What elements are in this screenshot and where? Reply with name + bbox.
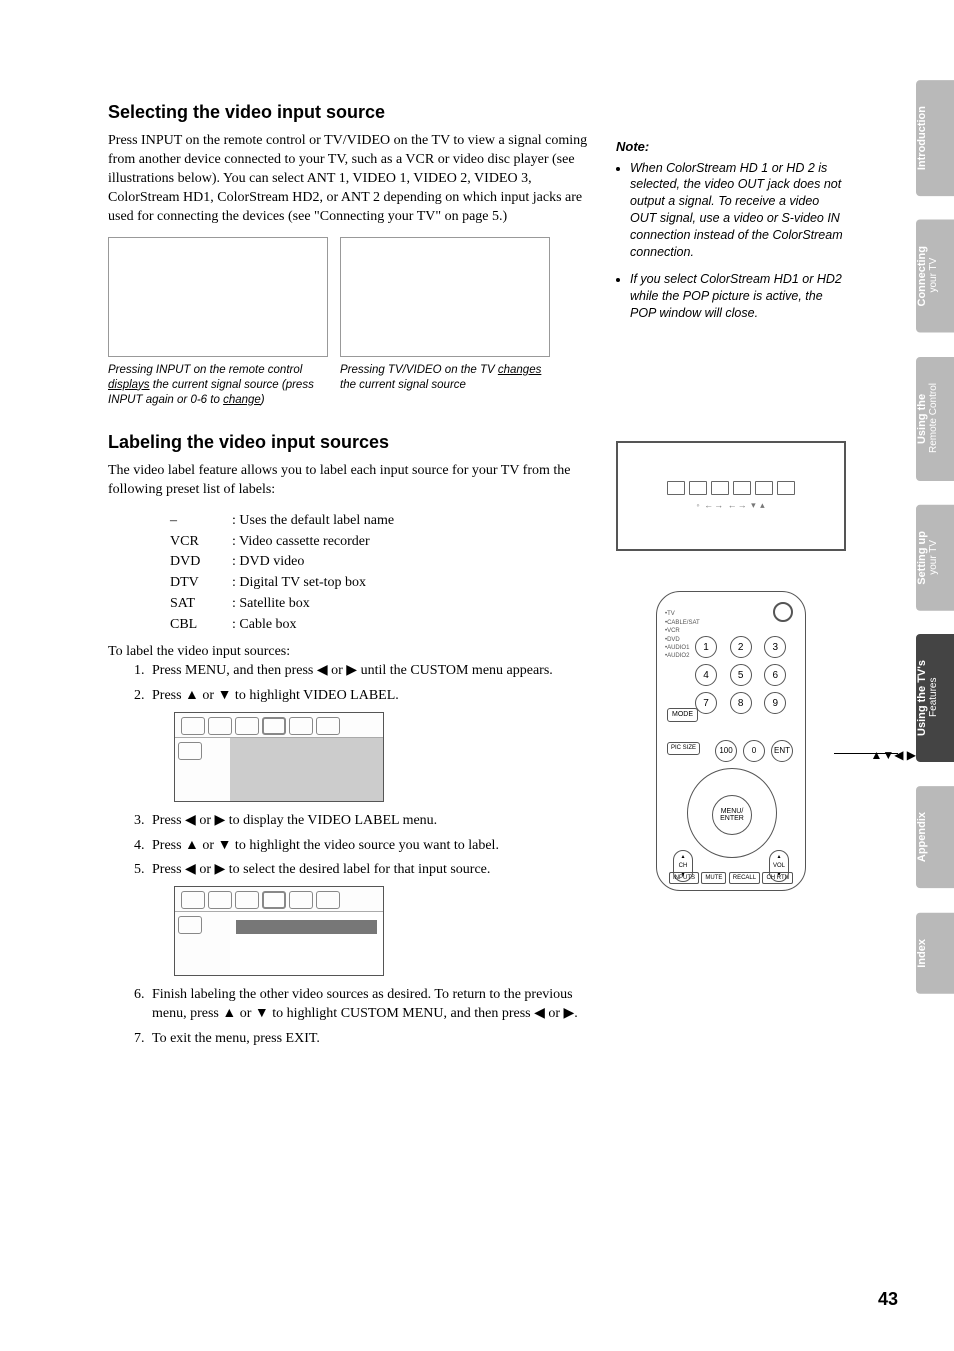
step-2: Press ▲ or ▼ to highlight VIDEO LABEL. (148, 687, 588, 802)
remote-chrtn-button: CH RTN (762, 872, 793, 884)
preset-label-table: –: Uses the default label name VCR: Vide… (168, 510, 396, 637)
page-number: 43 (878, 1287, 898, 1311)
note-item: If you select ColorStream HD1 or HD2 whi… (630, 271, 846, 322)
remote-illustration: •TV •CABLE/SAT •VCR •DVD •AUDIO1 •AUDIO2… (616, 591, 846, 891)
remote-numpad: 123 456 789 (695, 636, 793, 714)
tab-appendix: Appendix (916, 786, 954, 888)
lead-to-label: To label the video input sources: (108, 643, 588, 662)
remote-ent-button: ENT (771, 740, 793, 762)
dpad-callout-label: ▲▼◀ ▶ (870, 747, 916, 763)
tab-introduction: Introduction (916, 80, 954, 196)
remote-100-button: 100 (715, 740, 737, 762)
remote-picsize-button: PIC SIZE (667, 742, 700, 754)
illustration-remote-input (108, 237, 328, 357)
tv-front-illustration: ◦ ←→ ←→ ▾ ▴ (616, 441, 846, 551)
caption-remote-input: Pressing INPUT on the remote control dis… (108, 363, 328, 408)
step-1: Press MENU, and then press ◀ or ▶ until … (148, 662, 588, 681)
remote-mute-button: MUTE (701, 872, 726, 884)
steps-list: Press MENU, and then press ◀ or ▶ until … (148, 662, 588, 1049)
caption-tvvideo: Pressing TV/VIDEO on the TV changes the … (340, 363, 550, 408)
remote-mode-button: MODE (667, 708, 698, 721)
osd-menu-custom (174, 712, 384, 802)
body-label-intro: The video label feature allows you to la… (108, 462, 588, 500)
note-heading: Note: (616, 138, 846, 156)
step-5: Press ◀ or ▶ to select the desired label… (148, 861, 588, 976)
tab-remote: Using theRemote Control (916, 357, 954, 481)
step-4: Press ▲ or ▼ to highlight the video sour… (148, 837, 588, 856)
remote-inputs-button: INPUTS (669, 872, 699, 884)
tab-connecting: Connectingyour TV (916, 220, 954, 333)
note-block: Note: When ColorStream HD 1 or HD 2 is s… (616, 138, 846, 321)
remote-recall-button: RECALL (729, 872, 760, 884)
power-button-icon (773, 602, 793, 622)
tab-settingup: Setting upyour TV (916, 505, 954, 611)
illustration-tvvideo (340, 237, 550, 357)
osd-menu-video-label (174, 886, 384, 976)
step-3: Press ◀ or ▶ to display the VIDEO LABEL … (148, 812, 588, 831)
heading-select-source: Selecting the video input source (108, 100, 588, 124)
tab-features: Using the TV'sFeatures (916, 634, 954, 762)
heading-label-sources: Labeling the video input sources (108, 430, 588, 454)
tab-index: Index (916, 913, 954, 994)
side-chapter-tabs: Introduction Connectingyour TV Using the… (916, 80, 954, 993)
note-item: When ColorStream HD 1 or HD 2 is selecte… (630, 160, 846, 261)
body-select-source: Press INPUT on the remote control or TV/… (108, 132, 588, 226)
step-7: To exit the menu, press EXIT. (148, 1030, 588, 1049)
step-6: Finish labeling the other video sources … (148, 986, 588, 1024)
